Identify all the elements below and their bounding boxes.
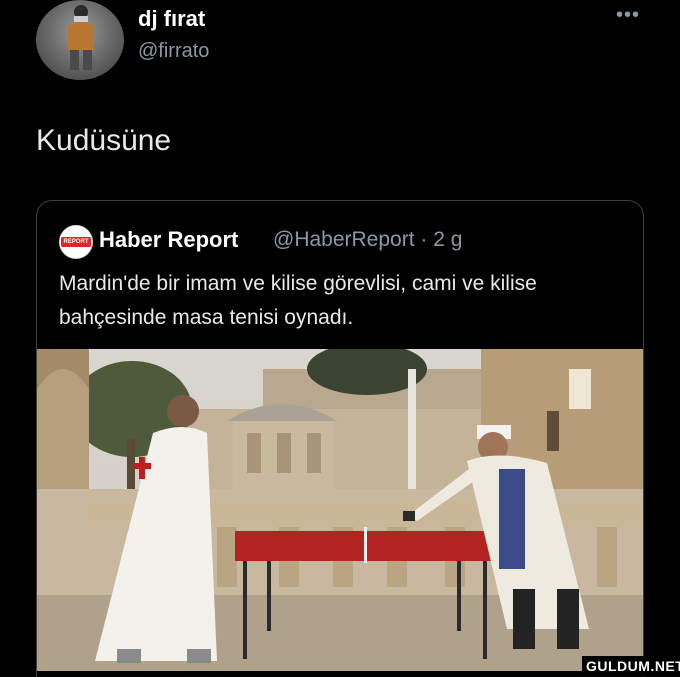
watermark: GULDUM.NET bbox=[582, 656, 680, 676]
quoted-tweet-card[interactable]: REPORT Haber Report @HaberReport · 2 g M… bbox=[36, 200, 644, 677]
more-horizontal-icon[interactable]: ••• bbox=[616, 4, 640, 27]
quoted-handle-time[interactable]: @HaberReport · 2 g bbox=[273, 228, 462, 252]
author-display-name[interactable]: dj fırat bbox=[138, 6, 205, 32]
author-avatar[interactable] bbox=[36, 0, 124, 80]
quoted-avatar[interactable]: REPORT bbox=[59, 225, 93, 259]
quoted-tweet-photo[interactable] bbox=[37, 349, 643, 671]
quoted-display-name[interactable]: Haber Report bbox=[99, 227, 238, 253]
avatar-figure bbox=[68, 5, 94, 70]
tweet-text: Kudüsüne bbox=[36, 124, 172, 157]
author-handle[interactable]: @firrato bbox=[138, 40, 209, 63]
report-logo-text: REPORT bbox=[61, 237, 91, 247]
quoted-tweet-text: Mardin'de bir imam ve kilise görevlisi, … bbox=[59, 272, 537, 329]
